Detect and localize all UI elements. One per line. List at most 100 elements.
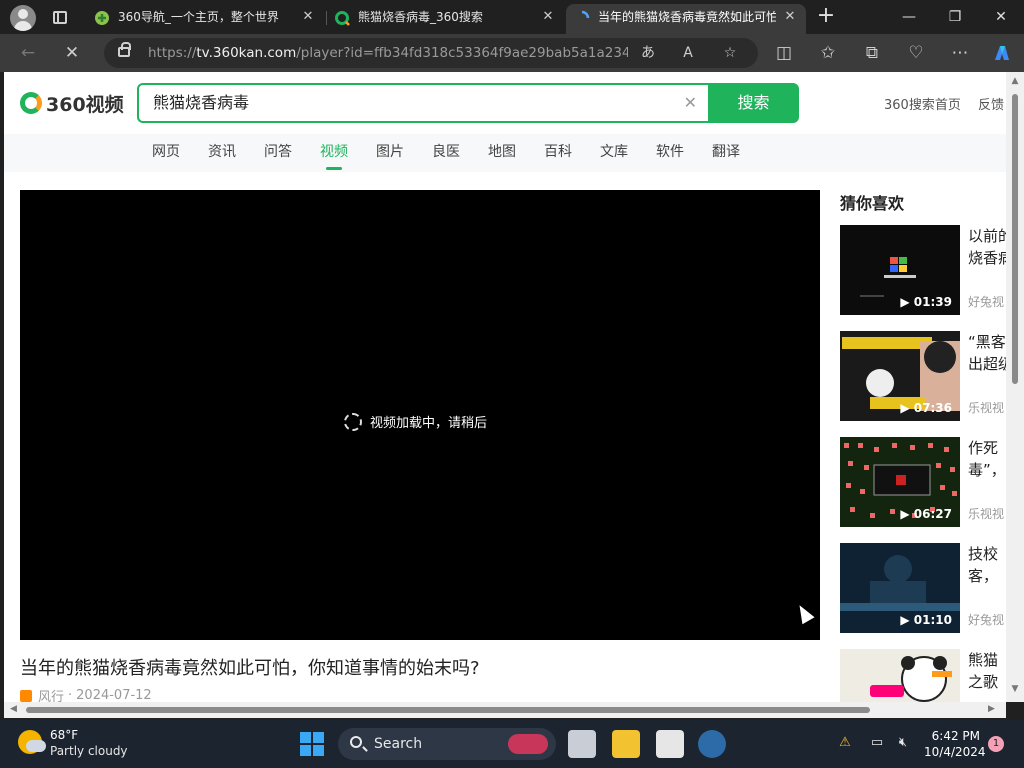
tab-video-player[interactable]: 当年的熊猫烧香病毒竟然如此可怕，你知道事情的始末吗？ ✕: [566, 4, 806, 34]
recommendation-item[interactable]: ▶ 01:10 技校 客， 好兔视: [840, 543, 1006, 633]
new-tab-icon[interactable]: +: [812, 5, 840, 29]
video-thumbnail[interactable]: ▶ 07:36: [840, 331, 960, 421]
tab-baike[interactable]: 百科: [544, 134, 572, 172]
network-icon[interactable]: ▭: [868, 734, 886, 752]
recommendation-title[interactable]: 以前的: [968, 225, 1006, 247]
read-aloud-icon[interactable]: A: [676, 41, 700, 65]
back-icon[interactable]: ←: [14, 39, 42, 67]
recommendation-item[interactable]: ▶ 06:27 作死 毒”， 乐视视: [840, 437, 1006, 527]
loading-spinner-icon: [581, 10, 590, 19]
favorites-icon[interactable]: ✩: [814, 39, 842, 67]
url-text[interactable]: https://tv.360kan.com/player?id=ffb34fd3…: [148, 38, 628, 68]
tab-map[interactable]: 地图: [488, 134, 516, 172]
video-thumbnail[interactable]: ▶ 01:39: [840, 225, 960, 315]
close-tab-icon[interactable]: ✕: [782, 4, 798, 30]
scrollbar-thumb[interactable]: [1012, 94, 1018, 384]
tab-images[interactable]: 图片: [376, 134, 404, 172]
tab-qa[interactable]: 问答: [264, 134, 292, 172]
loading-indicator: 视频加载中，请稍后: [344, 412, 487, 431]
video-source[interactable]: 风行: [38, 686, 64, 702]
task-view-icon[interactable]: [568, 730, 596, 758]
recommendation-item[interactable]: ▶ 01:39 以前的 烧香病 好兔视: [840, 225, 1006, 315]
lock-icon[interactable]: [118, 42, 131, 57]
tab-web[interactable]: 网页: [152, 134, 180, 172]
recommendation-title[interactable]: 作死: [968, 437, 1006, 459]
scroll-down-icon[interactable]: ▼: [1010, 684, 1020, 696]
edge-browser-icon[interactable]: [698, 730, 726, 758]
file-explorer-icon[interactable]: [612, 730, 640, 758]
horizontal-scrollbar[interactable]: ◀ ▶: [4, 702, 1006, 718]
recommendation-source: 乐视视: [968, 507, 1005, 521]
tab-translate[interactable]: 翻译: [712, 134, 740, 172]
360-video-logo[interactable]: 360视频: [20, 90, 124, 116]
close-window-icon[interactable]: ✕: [978, 0, 1024, 34]
feedback-link[interactable]: 反馈: [978, 94, 1004, 113]
search-button[interactable]: 搜索: [708, 83, 799, 123]
source-icon: [20, 689, 32, 702]
video-player[interactable]: 视频加载中，请稍后: [20, 190, 820, 640]
search-highlight-icon: [508, 734, 548, 754]
tab-wenku[interactable]: 文库: [600, 134, 628, 172]
vertical-scrollbar[interactable]: ▲ ▼: [1006, 72, 1024, 702]
microsoft-store-icon[interactable]: [656, 730, 684, 758]
favorite-star-icon[interactable]: ☆: [718, 41, 742, 65]
scroll-left-icon[interactable]: ◀: [10, 704, 17, 714]
notification-badge[interactable]: 1: [988, 736, 1004, 752]
360-logo-icon: [20, 92, 42, 114]
browser-toolbar: ← ✕ https://tv.360kan.com/player?id=ffb3…: [0, 34, 1024, 72]
video-thumbnail[interactable]: ▶ 06:27: [840, 437, 960, 527]
tab-360-navigation[interactable]: 360导航_一个主页，整个世界 ✕: [86, 4, 324, 34]
recommendation-title-line2[interactable]: 之歌: [968, 671, 1006, 693]
360-search-home-link[interactable]: 360搜索首页: [884, 94, 961, 113]
clear-search-icon[interactable]: ✕: [684, 85, 697, 121]
taskbar-search[interactable]: Search: [338, 728, 556, 760]
partly-cloudy-icon: [18, 730, 46, 754]
recommendation-item[interactable]: 熊猫 之歌: [840, 649, 1006, 702]
tab-actions-icon[interactable]: [46, 7, 74, 29]
tab-video[interactable]: 视频: [320, 134, 348, 172]
scrollbar-thumb[interactable]: [26, 707, 870, 713]
minimize-icon[interactable]: —: [886, 0, 932, 34]
tab-health[interactable]: 良医: [432, 134, 460, 172]
browser-essentials-icon[interactable]: ♡: [902, 39, 930, 67]
video-thumbnail[interactable]: [840, 649, 960, 702]
recommendation-title-line2[interactable]: 毒”，: [968, 459, 1006, 481]
recommendation-title[interactable]: 熊猫: [968, 649, 1006, 671]
loading-spinner-icon: [344, 412, 362, 431]
search-query: 熊猫烧香病毒: [153, 93, 250, 112]
video-thumbnail[interactable]: ▶ 01:10: [840, 543, 960, 633]
profile-avatar-icon[interactable]: [10, 5, 36, 31]
copilot-icon[interactable]: [988, 39, 1016, 67]
recommendation-title[interactable]: “黑客: [968, 331, 1006, 353]
tab-software[interactable]: 软件: [656, 134, 684, 172]
close-tab-icon[interactable]: ✕: [300, 4, 316, 30]
video-meta: 风行 · 2024-07-12: [20, 686, 152, 702]
recommendation-title-line2[interactable]: 客，: [968, 565, 1006, 587]
volume-muted-icon[interactable]: 🔇︎: [894, 734, 912, 752]
address-bar[interactable]: https://tv.360kan.com/player?id=ffb34fd3…: [104, 38, 758, 68]
search-input[interactable]: 熊猫烧香病毒 ✕: [137, 83, 709, 123]
recommendation-title-line2[interactable]: 出超级: [968, 353, 1006, 375]
windows-taskbar: 68°F Partly cloudy Search ⚠ ▭ 🔇︎ 6:42 PM…: [0, 720, 1024, 768]
scroll-right-icon[interactable]: ▶: [988, 704, 995, 714]
translate-icon[interactable]: あ: [636, 41, 660, 65]
tab-360-search[interactable]: 熊猫烧香病毒_360搜索 ✕: [326, 4, 564, 34]
recommendation-source: 好兔视: [968, 295, 1005, 309]
recommendation-item[interactable]: ▶ 07:36 “黑客 出超级 乐视视: [840, 331, 1006, 421]
collections-icon[interactable]: ⧉: [858, 39, 886, 67]
start-menu-icon[interactable]: [300, 732, 324, 756]
scroll-up-icon[interactable]: ▲: [1010, 76, 1020, 88]
restore-icon[interactable]: ❐: [932, 0, 978, 34]
web-page: 360视频 熊猫烧香病毒 ✕ 搜索 360搜索首页 反馈 网页 资讯 问答 视频…: [4, 72, 1006, 702]
tab-news[interactable]: 资讯: [208, 134, 236, 172]
close-tab-icon[interactable]: ✕: [540, 4, 556, 30]
stop-loading-icon[interactable]: ✕: [58, 39, 86, 67]
security-warning-icon[interactable]: ⚠: [836, 734, 854, 752]
search-icon: [350, 736, 362, 748]
recommendation-title-line2[interactable]: 烧香病: [968, 247, 1006, 269]
system-clock[interactable]: 6:42 PM 10/4/2024: [924, 728, 986, 760]
recommendation-title[interactable]: 技校: [968, 543, 1006, 565]
tab-title: 360导航_一个主页，整个世界: [118, 10, 279, 24]
more-menu-icon[interactable]: ⋯: [946, 39, 974, 67]
split-screen-icon[interactable]: ◫: [770, 39, 798, 67]
